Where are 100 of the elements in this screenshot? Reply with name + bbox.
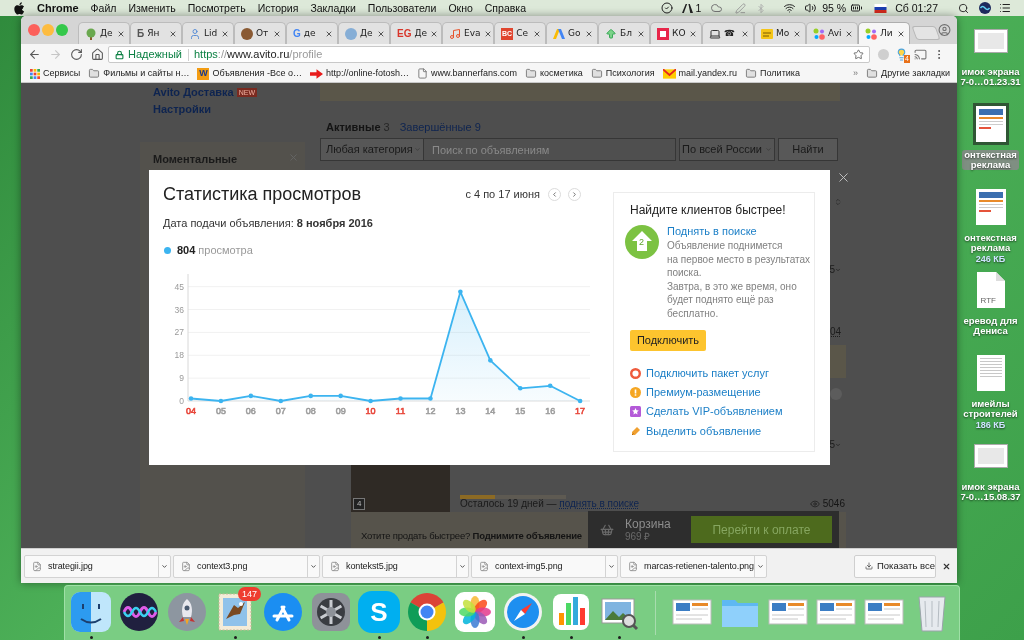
download-item[interactable]: strategii.jpg <box>24 554 171 578</box>
person-icon <box>189 27 201 40</box>
browser-tab[interactable]: Де <box>338 22 390 44</box>
menu-item[interactable]: История <box>257 2 299 14</box>
download-item[interactable]: context-img5.png <box>471 554 618 578</box>
bookmark[interactable]: http://online-fotosh… <box>309 68 410 79</box>
browser-tab[interactable]: Avi <box>806 22 858 44</box>
menu-item[interactable]: Пользователи <box>367 2 437 14</box>
close-tab-icon[interactable] <box>325 29 333 38</box>
browser-tab[interactable]: Ли <box>858 22 910 44</box>
bookmark-star-icon[interactable] <box>853 49 864 60</box>
data-point <box>398 396 403 401</box>
close-icon[interactable] <box>942 561 951 571</box>
bookmark[interactable]: косметика <box>525 68 583 79</box>
close-tab-icon[interactable] <box>377 29 385 38</box>
service-link[interactable]: Подключить пакет услуг <box>646 367 769 379</box>
browser-tab[interactable]: G де <box>286 22 338 44</box>
basket-icon <box>600 522 614 537</box>
menu-item[interactable]: Закладки <box>310 2 356 14</box>
browser-tab[interactable]: Б Ян <box>130 22 182 44</box>
bar-chart-icon[interactable] <box>550 591 592 633</box>
bookmark[interactable]: W Объявления -Все о… <box>197 67 302 80</box>
close-tab-icon[interactable] <box>637 29 645 38</box>
lock-icon <box>115 49 124 60</box>
home-icon[interactable] <box>91 48 104 61</box>
browser-tab[interactable]: Lid <box>182 22 234 44</box>
bookmark[interactable]: Сервисы <box>30 68 81 79</box>
download-item[interactable]: marcas-retienen-talento.png <box>620 554 767 578</box>
browser-tab[interactable]: Бл <box>598 22 650 44</box>
bookmark[interactable]: Политика <box>745 68 800 79</box>
slanted-bars-icon[interactable] <box>682 2 694 14</box>
address-bar[interactable]: Надежный https://www.avito.ru/profile <box>108 46 870 63</box>
show-all-button[interactable]: Показать все <box>854 554 936 578</box>
bookmark[interactable]: www.bannerfans.com <box>417 68 518 79</box>
apple-icon[interactable] <box>14 1 25 15</box>
more-bookmarks-button[interactable]: » <box>853 69 859 78</box>
flag-icon[interactable] <box>874 3 888 13</box>
wifi-icon[interactable] <box>783 2 797 14</box>
menu-item[interactable]: Посмотреть <box>187 2 246 14</box>
close-tab-icon[interactable] <box>897 29 905 38</box>
wave-circle-icon[interactable] <box>118 591 160 633</box>
browser-tab[interactable]: ☎ <box>702 22 754 44</box>
browser-tab[interactable]: КО <box>650 22 702 44</box>
connect-button[interactable]: Подключить <box>630 329 706 351</box>
cloud-icon[interactable] <box>710 2 724 14</box>
smiling-face-icon[interactable] <box>70 591 112 633</box>
browser-tab[interactable]: Eva <box>442 22 494 44</box>
close-tab-icon[interactable] <box>585 29 593 38</box>
crossed-strokes-icon[interactable] <box>262 591 304 633</box>
download-item[interactable]: kontekst5.jpg <box>322 554 469 578</box>
browser-tab[interactable]: От <box>234 22 286 44</box>
bookmark[interactable]: Психология <box>590 68 655 79</box>
compass-icon[interactable] <box>502 591 544 633</box>
close-tab-icon[interactable] <box>169 29 177 38</box>
gear-icon[interactable] <box>310 591 352 633</box>
raise-link[interactable]: Поднять в поиске <box>667 225 811 238</box>
close-tab-icon[interactable] <box>793 29 801 38</box>
close-tab-icon[interactable] <box>845 29 853 38</box>
wave-circle-icon[interactable] <box>979 2 991 14</box>
service-link[interactable]: Сделать VIP-объявлением <box>646 406 783 418</box>
menu-item[interactable]: Окно <box>448 2 473 14</box>
menu-item[interactable]: Файл <box>90 2 117 14</box>
close-tab-icon[interactable] <box>117 29 125 38</box>
x-tick-label: 11 <box>395 406 406 416</box>
browser-tab[interactable]: Мо <box>754 22 806 44</box>
browser-tab[interactable]: Де <box>78 22 130 44</box>
bookmark[interactable]: mail.yandex.ru <box>662 68 738 79</box>
close-tab-icon[interactable] <box>533 29 541 38</box>
browser-tab[interactable]: Go <box>546 22 598 44</box>
volume-icon[interactable] <box>804 2 818 14</box>
list-icon[interactable] <box>999 2 1011 14</box>
search-field[interactable]: Поиск по объявлениям <box>424 138 676 161</box>
close-tab-icon[interactable] <box>741 29 749 38</box>
service-link[interactable]: Премиум-размещение <box>646 387 761 398</box>
bookmark[interactable]: Другие закладки <box>866 68 950 79</box>
back-icon[interactable] <box>28 48 41 61</box>
search-icon[interactable] <box>958 2 969 14</box>
app-menu[interactable]: Chrome <box>37 2 79 14</box>
reload-icon[interactable] <box>70 48 83 61</box>
bookmark[interactable]: Фильмы и сайты н… <box>88 68 190 79</box>
favicon-letters: EG <box>397 28 412 39</box>
segmented-circle-icon[interactable] <box>406 591 448 633</box>
clock: Сб 01:27 <box>895 2 938 14</box>
menu-item[interactable]: Справка <box>484 2 526 14</box>
lightbulb-icon[interactable] <box>895 48 908 61</box>
menu-item[interactable]: Изменить <box>128 2 176 14</box>
cast-icon[interactable] <box>914 48 927 61</box>
browser-tab[interactable]: EG Де <box>390 22 442 44</box>
service-link[interactable]: Выделить объявление <box>646 425 762 437</box>
close-tab-icon[interactable] <box>221 29 229 38</box>
profile-icon[interactable] <box>938 23 951 37</box>
check-circle-icon[interactable] <box>661 2 674 14</box>
close-tab-icon[interactable] <box>483 29 492 38</box>
close-tab-icon[interactable] <box>689 29 697 38</box>
download-item[interactable]: context3.png <box>173 554 320 578</box>
feature-description: Объявление поднимется на первое место в результатах поиска. Завтра, в это же время, оно будет поднято ещё раз бесплатно. <box>667 239 811 321</box>
close-tab-icon[interactable] <box>273 29 281 38</box>
close-tab-icon[interactable] <box>430 29 439 38</box>
rocket-icon[interactable] <box>166 591 208 633</box>
flower-icon[interactable] <box>454 591 496 633</box>
